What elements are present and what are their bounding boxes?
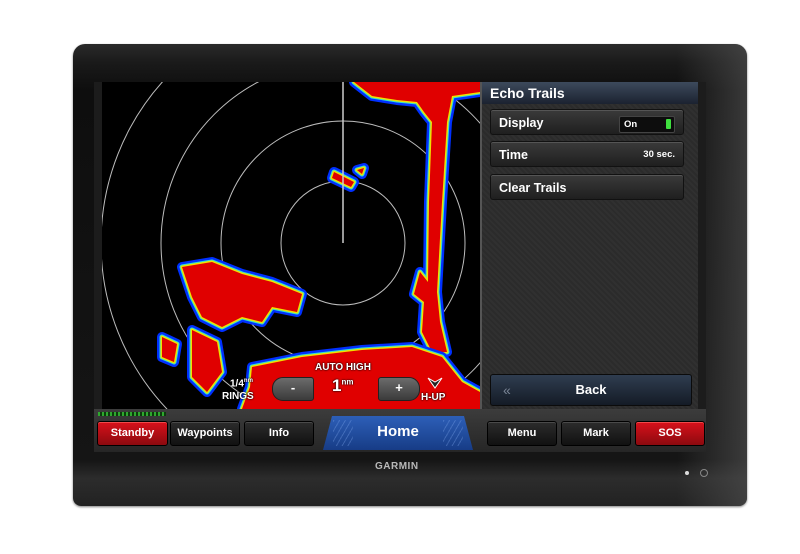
coastline-echo <box>354 82 480 352</box>
orientation-label[interactable]: H-UP <box>421 392 445 403</box>
gain-mode-label: AUTO HIGH <box>315 362 371 373</box>
double-chevron-left-icon: « <box>503 382 511 398</box>
bottom-toolbar: Standby Waypoints Info Home Menu Mark SO… <box>94 409 706 452</box>
vessel-icon <box>427 377 443 389</box>
time-label: Time <box>499 148 528 162</box>
zoom-out-button[interactable]: - <box>272 377 314 401</box>
display-label: Display <box>499 116 544 130</box>
waypoints-button[interactable]: Waypoints <box>170 421 240 446</box>
rings-label: RINGS <box>222 391 254 402</box>
rings-value: 1/4nm <box>230 378 253 389</box>
coastline-echo-edge <box>351 82 480 355</box>
home-label: Home <box>377 423 419 440</box>
menu-button[interactable]: Menu <box>487 421 557 446</box>
time-item[interactable]: Time 30 sec. <box>490 141 684 167</box>
light-sensor-icon <box>685 471 689 475</box>
home-button[interactable]: Home <box>323 416 473 450</box>
info-button[interactable]: Info <box>244 421 314 446</box>
clear-trails-button[interactable]: Clear Trails <box>490 174 684 200</box>
coastline-echo-edge <box>352 82 480 354</box>
power-button-icon[interactable] <box>700 469 708 477</box>
display-toggle[interactable]: On <box>619 116 675 133</box>
clear-trails-label: Clear Trails <box>499 181 567 195</box>
standby-button[interactable]: Standby <box>97 421 168 446</box>
mark-button[interactable]: Mark <box>561 421 631 446</box>
time-value: 30 sec. <box>643 149 675 160</box>
display-screen: AUTO HIGH 1/4nm RINGS - 1nm + H-UP Echo … <box>94 82 706 452</box>
rings-unit: nm <box>243 378 253 384</box>
range-readout: 1nm <box>332 376 353 396</box>
back-label: Back <box>575 382 607 397</box>
panel-title: Echo Trails <box>482 82 698 104</box>
display-toggle-item[interactable]: Display On <box>490 109 684 135</box>
back-button[interactable]: « Back <box>490 374 692 406</box>
zoom-in-button[interactable]: + <box>378 377 420 401</box>
sos-button[interactable]: SOS <box>635 421 705 446</box>
brand-logo: GARMIN <box>375 461 419 472</box>
toggle-on-indicator <box>666 119 671 129</box>
standby-indicator-leds <box>98 412 166 416</box>
home-hatch-left <box>333 420 353 446</box>
home-hatch-right <box>443 420 463 446</box>
echo-trails-panel: Echo Trails Display On Time 30 sec. Clea… <box>480 82 698 409</box>
radar-plot <box>102 82 480 409</box>
coastline-echo-edge <box>349 82 480 357</box>
display-value: On <box>624 119 638 130</box>
rings-value-text: 1/4 <box>230 378 244 390</box>
range-unit: nm <box>341 377 354 387</box>
radar-view[interactable]: AUTO HIGH 1/4nm RINGS - 1nm + H-UP <box>102 82 480 409</box>
